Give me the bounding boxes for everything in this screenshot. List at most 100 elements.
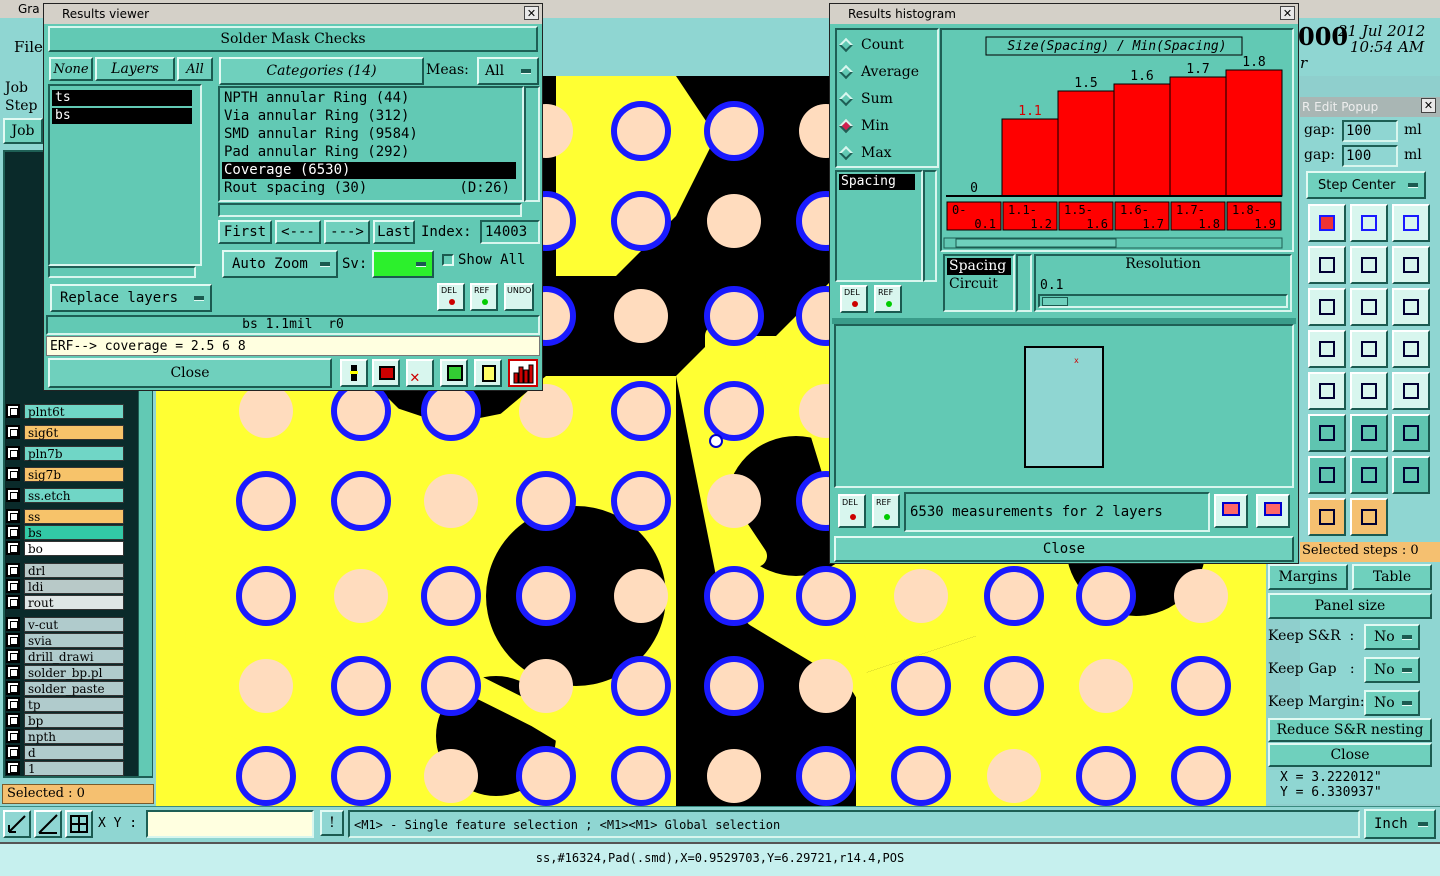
sr-tool-icon[interactable] bbox=[1392, 204, 1430, 242]
layer-checkbox[interactable] bbox=[6, 761, 20, 775]
smd-pad[interactable] bbox=[894, 569, 948, 623]
type-item[interactable]: Circuit bbox=[947, 276, 1011, 293]
sr-close-button[interactable]: Close bbox=[1268, 743, 1432, 767]
histogram-bar[interactable] bbox=[1225, 69, 1283, 197]
zoom-home-icon[interactable] bbox=[3, 810, 31, 838]
meas-dropdown[interactable]: All bbox=[477, 57, 539, 85]
undo-button[interactable]: UNDO bbox=[504, 283, 534, 311]
category-item[interactable]: NPTH annular Ring (44) bbox=[222, 90, 516, 107]
x-gap-input[interactable]: 100 bbox=[1342, 120, 1398, 142]
smd-pad[interactable] bbox=[614, 569, 668, 623]
category-item[interactable]: Via annular Ring (312) bbox=[222, 108, 516, 125]
smd-pad[interactable] bbox=[611, 101, 671, 161]
smd-pad[interactable] bbox=[704, 101, 764, 161]
smd-pad[interactable] bbox=[614, 289, 668, 343]
margins-button[interactable]: Margins bbox=[1268, 564, 1348, 590]
sr-tool-icon[interactable] bbox=[1392, 330, 1430, 368]
mode-radio[interactable]: Count bbox=[838, 34, 904, 56]
smd-pad[interactable] bbox=[331, 381, 391, 441]
last-button[interactable]: Last bbox=[373, 220, 415, 244]
smd-pad[interactable] bbox=[1076, 566, 1136, 626]
smd-pad[interactable] bbox=[516, 471, 576, 531]
sr-tool-icon[interactable] bbox=[1350, 414, 1388, 452]
layer-list-hscroll[interactable] bbox=[48, 266, 196, 278]
hist-del-button[interactable]: DEL bbox=[840, 285, 868, 313]
layer-row[interactable]: bp bbox=[6, 712, 124, 728]
mode-radio[interactable]: Max bbox=[838, 142, 892, 164]
smd-pad[interactable] bbox=[704, 381, 764, 441]
smd-pad[interactable] bbox=[984, 566, 1044, 626]
histogram-bar[interactable] bbox=[1001, 118, 1059, 197]
layer-row[interactable]: 1 bbox=[6, 760, 124, 776]
sr-tool-icon[interactable] bbox=[1308, 204, 1346, 242]
layer-checkbox[interactable] bbox=[6, 681, 20, 695]
layer-checkbox[interactable] bbox=[6, 745, 20, 759]
sr-tool-icon[interactable] bbox=[1350, 288, 1388, 326]
smd-pad[interactable] bbox=[516, 566, 576, 626]
zoom-fit-icon[interactable] bbox=[1214, 494, 1248, 528]
layer-row[interactable]: ldi bbox=[6, 578, 124, 594]
ref-button[interactable]: REF bbox=[470, 283, 498, 311]
layer-checkbox[interactable] bbox=[6, 579, 20, 593]
sr-tool-icon[interactable] bbox=[1308, 288, 1346, 326]
job-button[interactable]: Job bbox=[3, 118, 43, 144]
layer-row[interactable]: bs bbox=[6, 524, 124, 540]
smd-pad[interactable] bbox=[1076, 746, 1136, 806]
measure-icon[interactable] bbox=[340, 359, 368, 387]
layers-button[interactable]: Layers bbox=[95, 57, 175, 81]
smd-pad[interactable] bbox=[796, 566, 856, 626]
report-icon[interactable] bbox=[474, 359, 502, 387]
sr-tool-icon[interactable] bbox=[1392, 246, 1430, 284]
histogram-list-vscroll[interactable] bbox=[923, 170, 937, 282]
none-button[interactable]: None bbox=[49, 57, 93, 81]
menu-file[interactable]: File bbox=[14, 38, 43, 56]
layer-checkbox[interactable] bbox=[6, 563, 20, 577]
index-field[interactable]: 14003 bbox=[480, 220, 540, 244]
layer-row[interactable]: d bbox=[6, 744, 124, 760]
histogram-bar[interactable] bbox=[1169, 76, 1227, 197]
layer-checkbox[interactable] bbox=[6, 404, 20, 418]
histogram-close-button[interactable]: Close bbox=[834, 536, 1294, 562]
sr-tool-icon[interactable] bbox=[1308, 246, 1346, 284]
layer-checkbox[interactable] bbox=[6, 509, 20, 523]
layer-checkbox[interactable] bbox=[6, 541, 20, 555]
close-icon[interactable]: ✕ bbox=[1280, 6, 1295, 20]
layer-checkbox[interactable] bbox=[6, 488, 20, 502]
smd-pad[interactable] bbox=[424, 474, 478, 528]
histogram-titlebar[interactable]: Results histogram ✕ bbox=[830, 4, 1298, 24]
smd-pad[interactable] bbox=[611, 191, 671, 251]
layer-row[interactable]: solder_paste bbox=[6, 680, 124, 696]
categories-button[interactable]: Categories (14) bbox=[219, 57, 424, 85]
prev-button[interactable]: <--- bbox=[275, 220, 321, 244]
histogram-list[interactable]: Spacing bbox=[835, 170, 923, 282]
histogram-list-item[interactable]: Spacing bbox=[839, 174, 915, 190]
sr-tool-icon[interactable] bbox=[1350, 456, 1388, 494]
layer-row[interactable]: plnt6t bbox=[6, 403, 124, 419]
smd-pad[interactable] bbox=[707, 474, 761, 528]
layer-list[interactable]: ts bs bbox=[48, 84, 202, 266]
smd-pad[interactable] bbox=[239, 384, 293, 438]
histogram-bar[interactable] bbox=[1113, 83, 1171, 197]
smd-pad[interactable] bbox=[421, 381, 481, 441]
smd-pad[interactable] bbox=[334, 569, 388, 623]
layer-checkbox[interactable] bbox=[6, 649, 20, 663]
layer-row[interactable]: tp bbox=[6, 696, 124, 712]
sr-tool-icon[interactable] bbox=[1308, 456, 1346, 494]
layer-row[interactable]: bo bbox=[6, 540, 124, 556]
layer-row[interactable]: v-cut bbox=[6, 616, 124, 632]
layer-row[interactable]: ss bbox=[6, 508, 124, 524]
smd-pad[interactable] bbox=[704, 566, 764, 626]
layer-row[interactable]: sig6t bbox=[6, 424, 124, 440]
smd-pad[interactable] bbox=[704, 286, 764, 346]
sr-tool-icon[interactable] bbox=[1350, 330, 1388, 368]
step-center-dropdown[interactable]: Step Center bbox=[1306, 171, 1426, 199]
category-vscroll[interactable] bbox=[524, 86, 540, 202]
sr-tool-icon[interactable] bbox=[1308, 414, 1346, 452]
hist-bottom-del-button[interactable]: DEL bbox=[838, 494, 866, 528]
smd-pad[interactable] bbox=[331, 656, 391, 716]
type-list-vscroll[interactable] bbox=[1016, 254, 1032, 312]
layer-row[interactable]: rout bbox=[6, 594, 124, 610]
sr-tool-icon[interactable] bbox=[1392, 372, 1430, 410]
keep-gap-dropdown[interactable]: No bbox=[1364, 657, 1420, 683]
smd-pad[interactable] bbox=[236, 471, 296, 531]
